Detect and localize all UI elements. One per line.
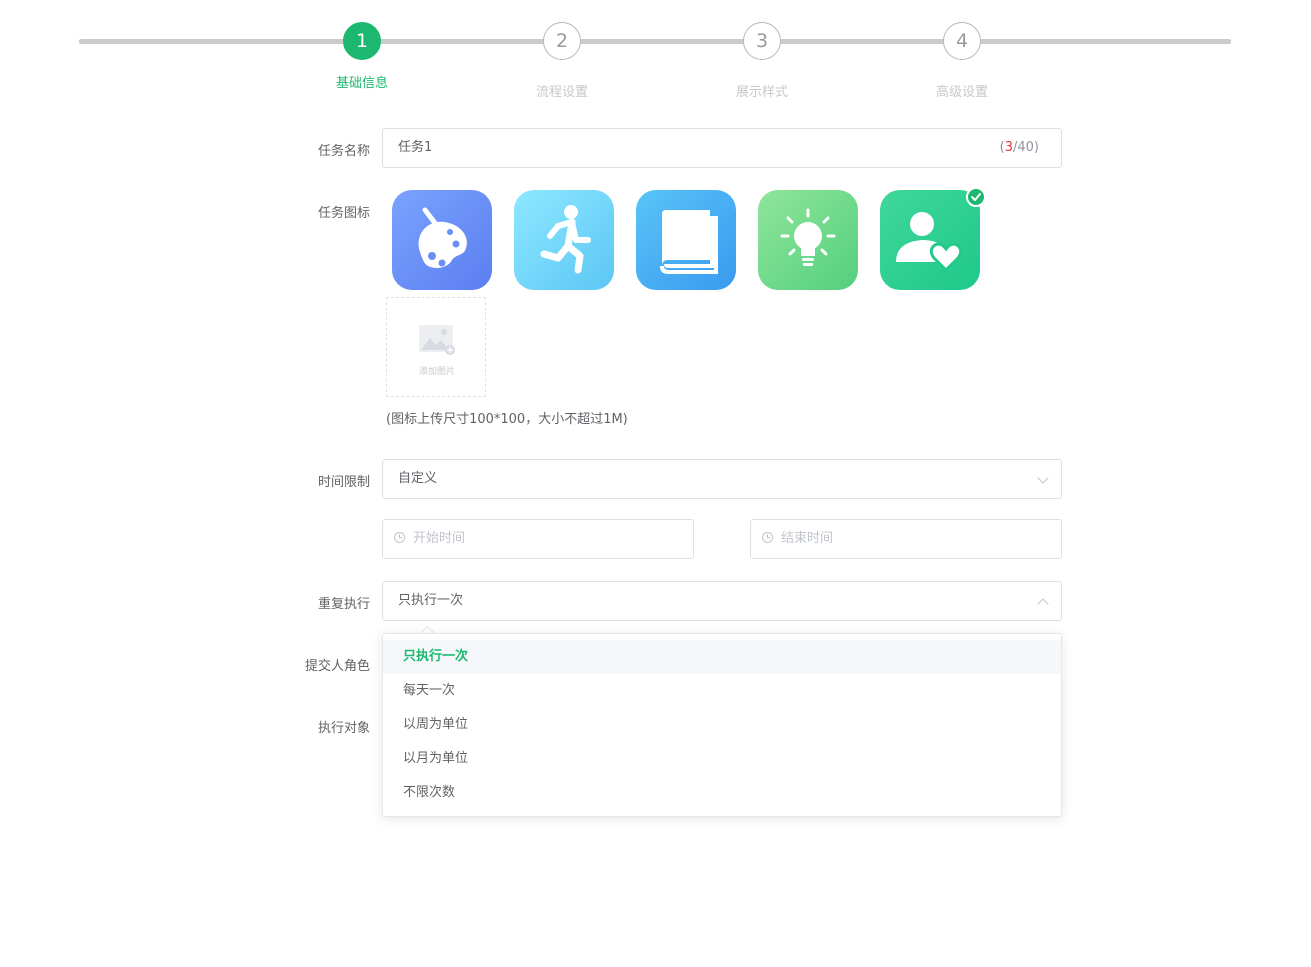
repeat-dropdown-menu: 只执行一次 每天一次 以周为单位 以月为单位 不限次数: [382, 633, 1062, 817]
submitter-role-label: 提交人角色: [304, 659, 370, 674]
add-image-upload[interactable]: 添加图片: [386, 297, 486, 397]
step-4-number: 4: [943, 22, 981, 60]
image-add-icon: [419, 325, 455, 355]
chevron-up-icon: [1037, 598, 1049, 610]
task-name-input[interactable]: 任务1 (3/40): [382, 128, 1062, 168]
repeat-select[interactable]: 只执行一次: [382, 581, 1062, 621]
steps-bar: 1 基础信息 2 流程设置 3 展示样式 4 高级设置: [0, 0, 1311, 110]
repeat-label: 重复执行: [317, 597, 370, 612]
task-name-label: 任务名称: [317, 144, 370, 159]
step-3-label: 展示样式: [735, 85, 788, 100]
icon-size-hint: (图标上传尺寸100*100，大小不超过1M): [386, 412, 628, 427]
dropdown-option-weekly[interactable]: 以周为单位: [383, 708, 1061, 742]
add-image-label: 添加图片: [418, 367, 455, 377]
icon-option-lightbulb[interactable]: [758, 190, 858, 290]
dropdown-option-monthly[interactable]: 以月为单位: [383, 742, 1061, 776]
end-time-placeholder: 结束时间: [781, 531, 834, 546]
user-heart-icon: [896, 212, 963, 273]
start-time-placeholder: 开始时间: [413, 531, 466, 546]
lightbulb-icon: [780, 208, 836, 266]
target-label: 执行对象: [317, 721, 370, 736]
step-2[interactable]: 2 流程设置: [502, 22, 622, 101]
chevron-down-icon: [1037, 472, 1049, 484]
running-person-icon: [540, 205, 591, 274]
start-time-picker[interactable]: 开始时间: [382, 519, 694, 559]
step-4-label: 高级设置: [935, 85, 988, 100]
clock-icon: [762, 532, 773, 543]
step-4[interactable]: 4 高级设置: [902, 22, 1022, 101]
icon-option-user-heart[interactable]: [880, 187, 986, 290]
dropdown-option-once[interactable]: 只执行一次: [383, 640, 1061, 674]
palette-icon: [418, 207, 467, 268]
step-1[interactable]: 1 基础信息: [302, 22, 422, 92]
dropdown-option-unlimited[interactable]: 不限次数: [383, 776, 1061, 810]
dropdown-option-daily[interactable]: 每天一次: [383, 674, 1061, 708]
step-3[interactable]: 3 展示样式: [702, 22, 822, 101]
repeat-value: 只执行一次: [398, 593, 464, 608]
step-2-label: 流程设置: [535, 85, 588, 100]
time-limit-label: 时间限制: [317, 475, 370, 490]
end-time-picker[interactable]: 结束时间: [750, 519, 1062, 559]
icon-option-book[interactable]: [636, 190, 736, 290]
step-3-number: 3: [743, 22, 781, 60]
steps-progress-line: [79, 39, 1231, 44]
selected-check-icon: [966, 187, 986, 207]
clock-icon: [394, 532, 405, 543]
time-limit-select[interactable]: 自定义: [382, 459, 1062, 499]
icon-option-running[interactable]: [514, 190, 614, 290]
icon-option-palette[interactable]: [392, 190, 492, 290]
task-icon-label: 任务图标: [317, 206, 370, 221]
step-1-number: 1: [343, 22, 381, 60]
time-limit-value: 自定义: [398, 471, 438, 486]
step-1-label: 基础信息: [335, 76, 388, 91]
task-name-char-counter: (3/40): [999, 140, 1039, 155]
book-icon: [660, 210, 718, 274]
task-name-value: 任务1: [398, 140, 433, 155]
step-2-number: 2: [543, 22, 581, 60]
